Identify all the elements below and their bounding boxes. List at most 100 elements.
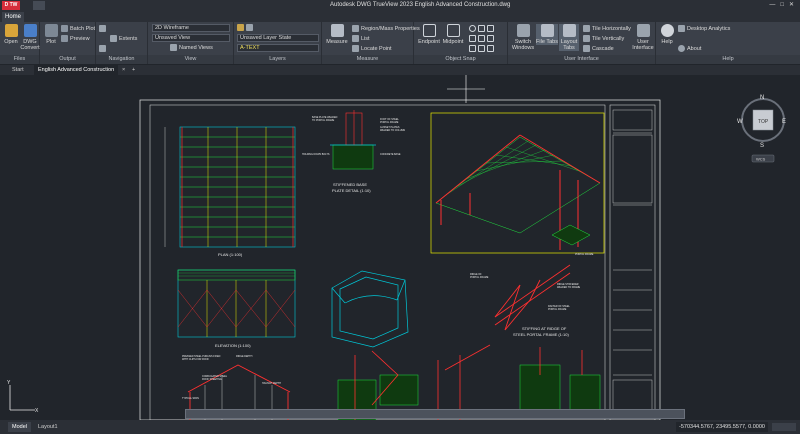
cascade-label: Cascade xyxy=(592,46,614,52)
elevation-label: ELEVATION (1:100) xyxy=(215,343,251,348)
layer-properties-button[interactable] xyxy=(237,24,255,32)
region-mass-label: Region/Mass Properties xyxy=(361,26,420,32)
batch-plot-label: Batch Plot xyxy=(70,26,96,32)
viewcube[interactable]: TOP N S E W WCS xyxy=(737,95,786,163)
list-icon xyxy=(352,35,359,43)
parallel-snap-icon xyxy=(487,45,494,53)
locate-point-icon xyxy=(352,45,359,53)
perpendicular-snap-icon xyxy=(478,35,485,43)
maximize-icon[interactable]: □ xyxy=(780,2,784,8)
pan-icon xyxy=(99,25,106,33)
current-layer-dropdown[interactable]: A-TEXT xyxy=(237,44,319,52)
panel-help: Help Desktop Analytics About Help xyxy=(656,22,800,64)
dwg-convert-button[interactable]: DWG Convert xyxy=(20,24,40,51)
svg-text:PORTAL FRAME: PORTAL FRAME xyxy=(575,253,594,256)
panel-title-layers: Layers xyxy=(234,55,321,64)
tab-start[interactable]: Start xyxy=(8,65,28,75)
elevation-view xyxy=(177,269,296,338)
midpoint-button[interactable]: Midpoint xyxy=(442,24,464,45)
panel-navigation: Extents Navigation xyxy=(96,22,148,64)
list-label: List xyxy=(361,36,370,42)
panel-title-measure: Measure xyxy=(322,55,413,64)
tab-model[interactable]: Model xyxy=(8,422,31,432)
quick-access-toolbar[interactable] xyxy=(33,1,45,10)
orbit-icon xyxy=(99,45,106,53)
drawing-canvas[interactable]: PLAN (1:100) ELEVATION (1:100) BASE PLAT… xyxy=(0,75,800,421)
pan-button[interactable] xyxy=(99,25,108,33)
panel-title-user-interface: User Interface xyxy=(508,55,655,64)
command-line[interactable] xyxy=(185,409,685,419)
tab-home[interactable]: Home xyxy=(2,12,25,22)
tile-horizontally-button[interactable]: Tile Horizontally xyxy=(583,25,631,33)
endpoint-button[interactable]: Endpoint xyxy=(418,24,440,45)
panel-title-output: Output xyxy=(40,55,95,64)
region-mass-icon xyxy=(352,25,359,33)
cascade-button[interactable]: Cascade xyxy=(583,45,614,53)
convert-icon xyxy=(23,24,37,37)
close-icon[interactable]: ✕ xyxy=(789,2,794,8)
snap-nearest-button[interactable] xyxy=(469,45,496,53)
stiffing-label: STIFFING AT RIDGE OF STEEL PORTAL FRAME (… xyxy=(513,326,569,337)
region-mass-button[interactable]: Region/Mass Properties xyxy=(352,25,420,33)
ridge-stiffener-detail: RIDGE OFPORTAL FRAME PORTAL FRAME RIDGE … xyxy=(470,253,594,331)
endpoint-label: Endpoint xyxy=(418,39,440,45)
status-toolbar-icons[interactable] xyxy=(772,423,796,431)
named-views-icon xyxy=(170,44,177,52)
named-views-button[interactable]: Named Views xyxy=(170,44,213,52)
layout-tabs-button[interactable]: Layout Tabs xyxy=(559,24,579,51)
snap-intersection-button[interactable] xyxy=(469,35,496,43)
title-block-cell xyxy=(612,109,653,131)
help-button[interactable]: Help xyxy=(658,24,676,45)
compass-w[interactable]: W xyxy=(737,119,743,125)
layer-state-dropdown[interactable]: Unsaved Layer State xyxy=(237,34,319,42)
nearest-snap-icon xyxy=(469,45,476,53)
svg-text:RIDGE DEPTH: RIDGE DEPTH xyxy=(236,355,253,358)
extents-button[interactable]: Extents xyxy=(110,35,137,43)
tab-english-advanced-construction[interactable]: English Advanced Construction xyxy=(34,65,119,75)
portal-frame-isometric xyxy=(430,112,605,254)
quadrant-snap-icon xyxy=(487,25,494,33)
tile-horizontal-icon xyxy=(583,25,590,33)
panel-title-help: Help xyxy=(656,55,800,64)
named-views-label: Named Views xyxy=(179,45,213,51)
tile-vertically-button[interactable]: Tile Vertically xyxy=(583,35,624,43)
drawing-svg: PLAN (1:100) ELEVATION (1:100) BASE PLAT… xyxy=(7,75,786,421)
batch-plot-button[interactable]: Batch Plot xyxy=(61,25,95,33)
file-tabs-button[interactable]: File Tabs xyxy=(536,24,558,45)
panel-view: 2D Wireframe Unsaved View Named Views Vi… xyxy=(148,22,234,64)
title-block-cell xyxy=(612,134,653,204)
info-icon xyxy=(678,45,685,53)
new-tab-button[interactable]: + xyxy=(128,65,139,75)
printer-icon xyxy=(44,24,58,37)
panel-title-files: Files xyxy=(0,55,39,64)
about-button[interactable]: About xyxy=(678,45,701,53)
ruler-icon xyxy=(330,24,344,37)
open-label: Open xyxy=(4,39,18,45)
svg-text:WELDED TO FRAME: WELDED TO FRAME xyxy=(557,286,581,289)
saved-view-dropdown[interactable]: Unsaved View xyxy=(152,34,230,42)
app-logo[interactable]: D TW xyxy=(2,1,20,10)
base-plate-detail: BASE PLATE WELDED TO PORTAL FRAME FOOT O… xyxy=(302,110,405,170)
orbit-button[interactable] xyxy=(99,45,108,53)
desktop-analytics-button[interactable]: Desktop Analytics xyxy=(678,25,730,33)
panel-user-interface: Switch Windows File Tabs Layout Tabs Til… xyxy=(508,22,656,64)
analytics-icon xyxy=(678,25,685,33)
user-interface-button[interactable]: User Interface xyxy=(632,24,654,51)
plot-button[interactable]: Plot xyxy=(42,24,60,45)
minimize-icon[interactable]: — xyxy=(769,2,775,8)
visual-style-dropdown[interactable]: 2D Wireframe xyxy=(152,24,230,32)
compass-e[interactable]: E xyxy=(782,119,786,125)
snap-center-button[interactable] xyxy=(469,25,496,33)
measure-button[interactable]: Measure xyxy=(326,24,348,45)
preview-button[interactable]: Preview xyxy=(61,35,90,43)
tab-layout1[interactable]: Layout1 xyxy=(34,422,62,432)
extension-snap-icon xyxy=(478,45,485,53)
locate-point-button[interactable]: Locate Point xyxy=(352,45,392,53)
compass-n[interactable]: N xyxy=(760,95,764,101)
switch-windows-button[interactable]: Switch Windows xyxy=(511,24,535,51)
open-button[interactable]: Open xyxy=(2,24,20,45)
desktop-analytics-label: Desktop Analytics xyxy=(687,26,731,32)
title-block-dividers xyxy=(613,132,652,376)
list-button[interactable]: List xyxy=(352,35,370,43)
compass-s[interactable]: S xyxy=(760,143,764,149)
